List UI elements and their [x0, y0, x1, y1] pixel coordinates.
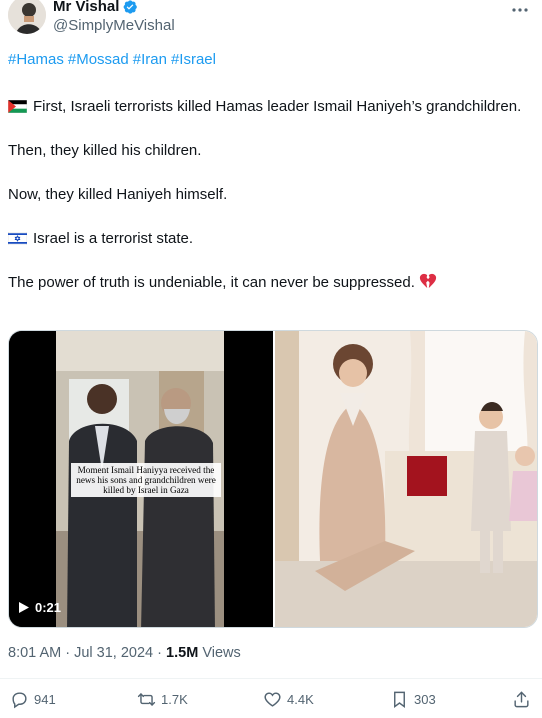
heart-icon [264, 692, 281, 707]
video-caption: Moment Ismail Haniyya received the news … [71, 463, 221, 497]
views-count: 1.5M [166, 645, 199, 661]
author-handle[interactable]: @SimplyMeVishal [53, 17, 175, 34]
video-thumbnail[interactable]: Moment Ismail Haniyya received the news … [9, 331, 273, 627]
reply-button[interactable]: 941 [10, 690, 56, 709]
palestine-flag-icon [8, 100, 27, 113]
tweet-time[interactable]: 8:01 AM [8, 645, 61, 661]
photo-scene [275, 331, 537, 627]
video-duration-badge[interactable]: 0:21 [19, 600, 61, 615]
bookmark-button[interactable]: 303 [390, 690, 436, 709]
tweet-line-3: Now, they killed Haniyeh himself. [8, 186, 228, 203]
tweet-line: The power of truth is undeniable, it can… [8, 272, 534, 294]
share-icon [514, 691, 529, 708]
play-icon [19, 602, 29, 613]
hashtag-link[interactable]: #Mossad [68, 51, 129, 68]
author-name-row[interactable]: Mr Vishal [53, 0, 138, 15]
hashtag-link[interactable]: #Israel [171, 51, 216, 68]
tweet-text: #Hamas #Mossad #Iran #Israel First, Israeli… [8, 49, 534, 294]
photo-thumbnail[interactable] [275, 331, 537, 627]
tweet-line-2: Then, they killed his children. [8, 142, 202, 159]
meta-separator: · [65, 645, 71, 661]
tweet-line-5: The power of truth is undeniable, it can… [8, 274, 415, 291]
avatar[interactable] [8, 0, 46, 34]
israel-flag-icon [8, 232, 27, 245]
broken-heart-icon [419, 273, 437, 288]
reply-icon [12, 692, 27, 709]
media-grid: Moment Ismail Haniyya received the news … [8, 330, 538, 628]
video-duration: 0:21 [35, 600, 62, 615]
tweet-line: First, Israeli terrorists killed Hamas l… [8, 96, 534, 118]
tweet-line: Israel is a terrorist state. [8, 228, 534, 250]
action-bar: 941 1.7K 4.4K 303 [0, 690, 542, 712]
share-button[interactable] [512, 690, 531, 709]
tweet-line-4: Israel is a terrorist state. [33, 230, 194, 247]
repost-button[interactable]: 1.7K [137, 690, 188, 709]
divider [0, 678, 542, 679]
author-name[interactable]: Mr Vishal [53, 0, 119, 15]
bookmark-icon [394, 691, 405, 709]
tweet-meta: 8:01 AM · Jul 31, 2024 · 1.5M Views [8, 645, 241, 661]
meta-separator: · [157, 645, 162, 661]
reply-count: 941 [34, 692, 56, 707]
tweet-header: Mr Vishal @SimplyMeVishal [0, 0, 542, 40]
verified-badge-icon [124, 0, 138, 14]
more-options-icon[interactable] [510, 0, 530, 20]
views-label: Views [202, 645, 241, 661]
hashtag-link[interactable]: #Hamas [8, 51, 64, 68]
repost-icon [137, 693, 156, 706]
bookmark-count: 303 [414, 692, 436, 707]
hashtag-link[interactable]: #Iran [133, 51, 167, 68]
tweet-date[interactable]: Jul 31, 2024 [74, 645, 153, 661]
like-button[interactable]: 4.4K [263, 690, 314, 709]
tweet-line-1: First, Israeli terrorists killed Hamas l… [33, 98, 522, 115]
hashtag-row: #Hamas #Mossad #Iran #Israel [8, 49, 534, 71]
like-count: 4.4K [287, 692, 314, 707]
repost-count: 1.7K [161, 692, 188, 707]
